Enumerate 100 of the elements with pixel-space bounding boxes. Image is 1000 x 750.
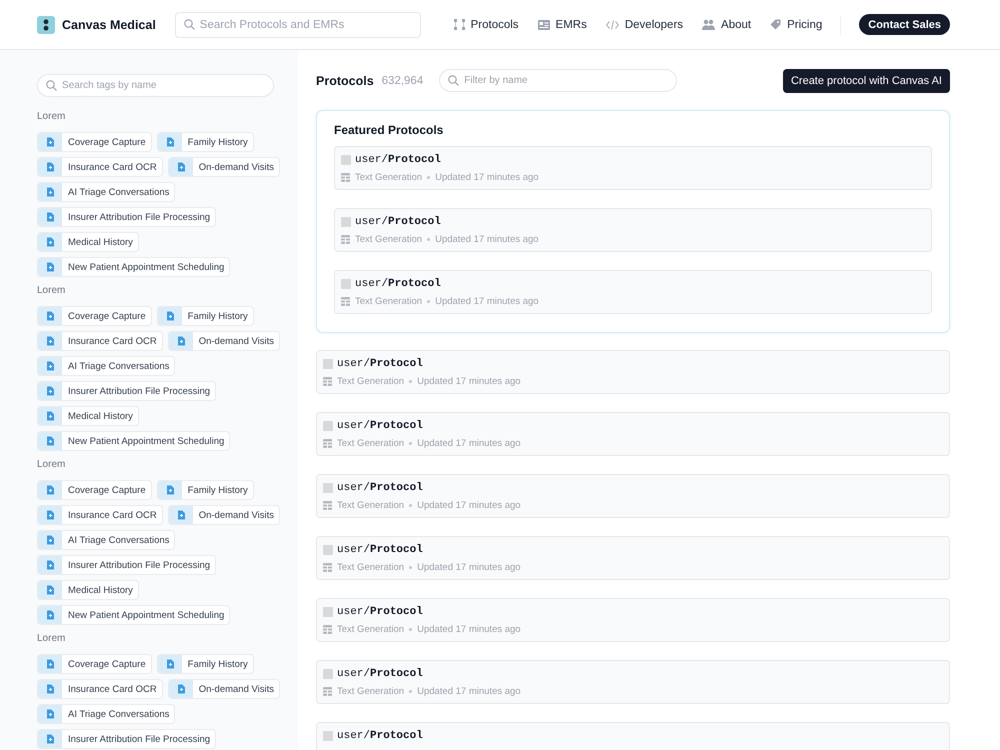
tag-chip[interactable]: Insurance Card OCR (37, 679, 163, 699)
avatar-square-icon (341, 217, 351, 227)
nav-link[interactable]: Pricing (770, 18, 822, 30)
tag-chip[interactable]: Family History (156, 306, 254, 326)
table-icon (323, 500, 332, 510)
protocol-count: 632,964 (382, 74, 424, 86)
table-icon (341, 296, 350, 306)
document-icon (38, 183, 62, 201)
protocol-card[interactable]: user/Protocol Text Generation Updated 17 minutes ago (316, 350, 950, 394)
tag-chip[interactable]: New Patient Appointment Scheduling (37, 605, 230, 625)
tag-chip[interactable]: AI Triage Conversations (37, 356, 176, 376)
avatar-square-icon (323, 483, 333, 493)
document-icon (168, 506, 193, 524)
tag-chip[interactable]: Coverage Capture (37, 132, 152, 152)
protocol-card[interactable]: user/Protocol Text Generation Updated 17 minutes ago (334, 270, 932, 314)
tag-chip[interactable]: Family History (156, 480, 254, 500)
avatar-square-icon (341, 279, 351, 289)
separator-dot-icon (409, 442, 412, 444)
protocol-card[interactable]: user/Protocol Text Generation Updated 17 minutes ago (316, 412, 950, 456)
separator-dot-icon (427, 176, 430, 178)
protocol-type: Text Generation (355, 296, 422, 306)
tag-chip[interactable]: Insurer Attribution File Processing (37, 207, 216, 227)
document-icon (38, 581, 62, 599)
nav-link[interactable]: About (702, 18, 752, 30)
protocol-name: user/Protocol (337, 606, 423, 618)
contact-sales-button[interactable]: Contact Sales (859, 14, 950, 35)
separator-dot-icon (409, 504, 412, 506)
logo-text[interactable]: Canvas Medical (62, 18, 156, 32)
tag-chip[interactable]: AI Triage Conversations (37, 530, 176, 550)
document-icon (38, 233, 62, 251)
group-label: Lorem (37, 632, 66, 646)
search-icon (46, 80, 57, 91)
group-label: Lorem (37, 110, 66, 124)
create-protocol-button[interactable]: Create protocol with Canvas AI (782, 68, 950, 92)
document-icon (38, 307, 62, 325)
protocol-type: Text Generation (337, 624, 404, 634)
updated-time: Updated 17 minutes ago (417, 376, 521, 386)
filter-field[interactable]: Filter by name (439, 69, 678, 92)
section-title: Featured Protocols (334, 122, 444, 138)
protocol-card[interactable]: user/Protocol Text Generation Updated 17 minutes ago (316, 598, 950, 642)
separator-dot-icon (409, 690, 412, 692)
nav-link[interactable]: Protocols (454, 18, 519, 30)
protocol-name: user/Protocol (355, 154, 441, 166)
protocol-type: Text Generation (355, 234, 422, 244)
tag-chip[interactable]: Coverage Capture (37, 654, 152, 674)
search-field[interactable]: Search Protocols and EMRs (174, 12, 421, 38)
tag-chip[interactable]: AI Triage Conversations (37, 182, 176, 202)
document-icon (38, 506, 62, 524)
protocol-card[interactable]: user/Protocol Text Generation Updated 17 minutes ago (334, 208, 932, 252)
tag-chip[interactable]: Insurer Attribution File Processing (37, 729, 216, 749)
updated-time: Updated 17 minutes ago (417, 500, 521, 510)
tag-chip[interactable]: New Patient Appointment Scheduling (37, 431, 230, 451)
document-icon (38, 258, 62, 276)
tag-chip[interactable]: AI Triage Conversations (37, 704, 176, 724)
protocol-card[interactable]: user/Protocol Text Generation Updated 17 minutes ago (316, 660, 950, 704)
tag-chip[interactable]: Coverage Capture (37, 306, 152, 326)
nav-link[interactable]: EMRs (538, 18, 587, 30)
tag-chip[interactable]: Family History (156, 132, 254, 152)
document-icon (168, 680, 193, 698)
table-icon (323, 562, 332, 572)
tag-chip[interactable]: New Patient Appointment Scheduling (37, 257, 230, 277)
logo-icon[interactable] (37, 16, 55, 34)
avatar-square-icon (323, 669, 333, 679)
protocol-card[interactable]: user/Protocol Text Generation Updated 17 minutes ago (316, 474, 950, 518)
protocol-name: user/Protocol (337, 668, 423, 680)
tag-chip[interactable]: Insurer Attribution File Processing (37, 555, 216, 575)
tag-chip[interactable]: Medical History (37, 406, 139, 426)
protocol-card[interactable]: user/Protocol (316, 722, 950, 750)
protocol-type: Text Generation (337, 562, 404, 572)
nav-link[interactable]: Developers (606, 18, 684, 30)
separator-dot-icon (427, 300, 430, 302)
search-icon (448, 75, 460, 86)
tag-search-field[interactable]: Search tags by name (37, 74, 274, 97)
tag-chip[interactable]: On-demand Visits (168, 505, 280, 525)
tag-chip[interactable]: Medical History (37, 232, 139, 252)
separator-dot-icon (409, 566, 412, 568)
document-icon (158, 307, 182, 325)
tag-chip[interactable]: Insurance Card OCR (37, 331, 163, 351)
tag-chip[interactable]: On-demand Visits (168, 331, 280, 351)
tag-chip[interactable]: Insurer Attribution File Processing (37, 381, 216, 401)
separator-dot-icon (427, 238, 430, 240)
tag-chip[interactable]: On-demand Visits (168, 679, 280, 699)
table-icon (341, 234, 350, 244)
tag-chip[interactable]: Insurance Card OCR (37, 505, 163, 525)
avatar-square-icon (323, 731, 333, 741)
tag-chip[interactable]: Family History (156, 654, 254, 674)
avatar-square-icon (341, 155, 351, 165)
page-title: Protocols (316, 74, 374, 88)
protocol-card[interactable]: user/Protocol Text Generation Updated 17 minutes ago (316, 536, 950, 580)
tag-chip[interactable]: Insurance Card OCR (37, 157, 163, 177)
table-icon (323, 376, 332, 386)
protocol-card[interactable]: user/Protocol Text Generation Updated 17 minutes ago (334, 146, 932, 190)
avatar-square-icon (323, 421, 333, 431)
group-label: Lorem (37, 284, 66, 298)
tag-chip[interactable]: Coverage Capture (37, 480, 152, 500)
document-icon (38, 357, 62, 375)
tag-chip[interactable]: Medical History (37, 580, 139, 600)
protocol-type: Text Generation (355, 172, 422, 182)
tag-chip[interactable]: On-demand Visits (168, 157, 280, 177)
group-label: Lorem (37, 458, 66, 472)
